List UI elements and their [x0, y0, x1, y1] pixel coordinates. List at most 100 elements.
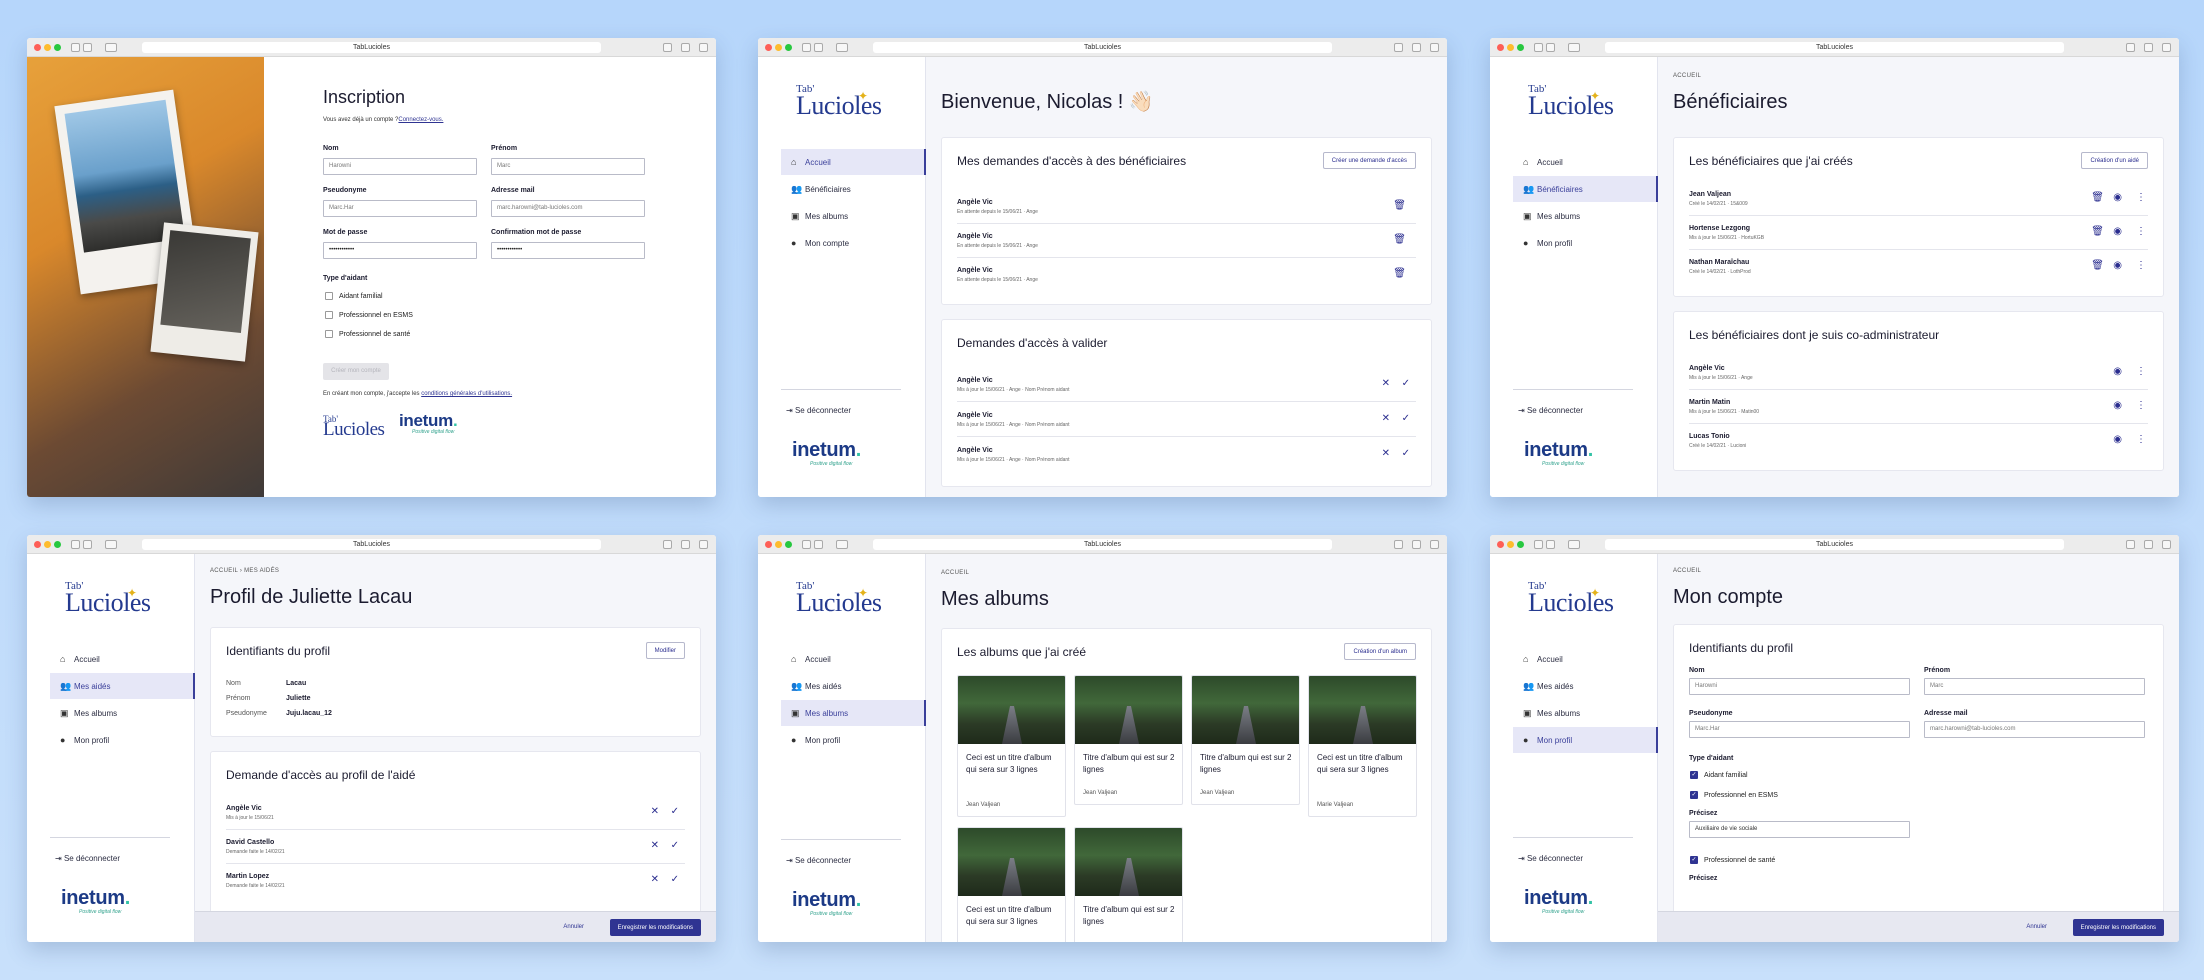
minimize-dot[interactable] [775, 541, 782, 548]
share-icon[interactable] [663, 540, 672, 549]
create-album-button[interactable]: Création d'un album [1344, 643, 1416, 660]
address-bar[interactable]: TabLucioles [1605, 42, 2064, 53]
zoom-dot[interactable] [1517, 44, 1524, 51]
reject-icon[interactable]: ✕ [1382, 448, 1390, 459]
minimize-dot[interactable] [1507, 44, 1514, 51]
zoom-dot[interactable] [54, 44, 61, 51]
sidebar-item-accueil[interactable]: ⌂ Accueil [781, 149, 926, 175]
sidebar-icon[interactable] [105, 43, 117, 52]
newtab-icon[interactable] [699, 540, 708, 549]
reject-icon[interactable]: ✕ [651, 840, 659, 851]
trash-icon[interactable]: 🗑 [2091, 260, 2104, 271]
close-dot[interactable] [1497, 541, 1504, 548]
sidebar-icon[interactable] [836, 43, 848, 52]
more-icon[interactable]: ⋮ [2136, 434, 2146, 445]
logout-link[interactable]: ⇥ Se déconnecter [786, 406, 851, 415]
prenom-input[interactable]: Marc [491, 158, 645, 175]
back-icon[interactable] [802, 540, 811, 549]
share-icon[interactable] [1394, 540, 1403, 549]
sidebar-item-accueil[interactable]: ⌂ Accueil [781, 646, 926, 672]
album-card[interactable]: Ceci est un titre d'album qui sera sur 3… [1308, 675, 1417, 817]
back-icon[interactable] [71, 43, 80, 52]
sidebar-item-profile[interactable]: ● Mon profil [1513, 727, 1658, 753]
close-dot[interactable] [765, 44, 772, 51]
pseudo-input[interactable]: Marc.Har [1689, 721, 1910, 738]
logout-link[interactable]: ⇥ Se déconnecter [55, 854, 120, 863]
newtab-icon[interactable] [2162, 43, 2171, 52]
more-icon[interactable]: ⋮ [2136, 192, 2146, 203]
password-input[interactable]: •••••••••••• [323, 242, 477, 259]
trash-icon[interactable]: 🗑 [1393, 200, 1406, 211]
tabs-icon[interactable] [2144, 540, 2153, 549]
logout-link[interactable]: ⇥ Se déconnecter [1518, 854, 1583, 863]
eye-icon[interactable]: ◉ [2113, 260, 2122, 271]
more-icon[interactable]: ⋮ [2136, 260, 2146, 271]
share-icon[interactable] [1394, 43, 1403, 52]
accept-icon[interactable]: ✓ [671, 806, 679, 817]
breadcrumb-aides[interactable]: MES AIDÉS [244, 568, 279, 574]
create-aide-button[interactable]: Création d'un aidé [2081, 152, 2148, 169]
address-bar[interactable]: TabLucioles [1605, 539, 2064, 550]
back-icon[interactable] [802, 43, 811, 52]
accept-icon[interactable]: ✓ [1402, 413, 1410, 424]
reject-icon[interactable]: ✕ [1382, 413, 1390, 424]
back-icon[interactable] [71, 540, 80, 549]
login-link[interactable]: Connectez-vous. [398, 117, 443, 123]
more-icon[interactable]: ⋮ [2136, 366, 2146, 377]
minimize-dot[interactable] [1507, 541, 1514, 548]
tabs-icon[interactable] [681, 540, 690, 549]
album-card[interactable]: Titre d'album qui est sur 2 lignes [1074, 827, 1183, 942]
album-card[interactable]: Titre d'album qui est sur 2 lignes Jean V… [1074, 675, 1183, 805]
reject-icon[interactable]: ✕ [651, 806, 659, 817]
sidebar-item-beneficiaires[interactable]: 👥 Bénéficiaires [1513, 176, 1658, 202]
close-dot[interactable] [1497, 44, 1504, 51]
eye-icon[interactable]: ◉ [2113, 226, 2122, 237]
sidebar-item-profile[interactable]: ● Mon profil [781, 727, 926, 753]
accept-icon[interactable]: ✓ [1402, 378, 1410, 389]
breadcrumb[interactable]: ACCUEIL [1673, 568, 1701, 574]
sidebar-item-beneficiaires[interactable]: 👥 Bénéficiaires [781, 176, 926, 202]
checkbox-sante[interactable] [325, 330, 333, 338]
forward-icon[interactable] [83, 43, 92, 52]
minimize-dot[interactable] [44, 541, 51, 548]
trash-icon[interactable]: 🗑 [2091, 192, 2104, 203]
sidebar-icon[interactable] [105, 540, 117, 549]
sidebar-item-accueil[interactable]: ⌂ Accueil [1513, 646, 1658, 672]
tabs-icon[interactable] [681, 43, 690, 52]
close-dot[interactable] [34, 44, 41, 51]
terms-link[interactable]: conditions générales d'utilisations. [421, 391, 512, 397]
address-bar[interactable]: TabLucioles [873, 42, 1332, 53]
eye-icon[interactable]: ◉ [2113, 400, 2122, 411]
accept-icon[interactable]: ✓ [1402, 448, 1410, 459]
checkbox-esms[interactable] [325, 311, 333, 319]
newtab-icon[interactable] [699, 43, 708, 52]
sidebar-item-accueil[interactable]: ⌂ Accueil [1513, 149, 1658, 175]
tabs-icon[interactable] [1412, 540, 1421, 549]
newtab-icon[interactable] [1430, 43, 1439, 52]
checkbox-sante[interactable]: ✓ [1690, 856, 1698, 864]
forward-icon[interactable] [1546, 43, 1555, 52]
address-bar[interactable]: TabLucioles [873, 539, 1332, 550]
zoom-dot[interactable] [785, 541, 792, 548]
breadcrumb[interactable]: ACCUEIL [941, 570, 969, 576]
email-input[interactable]: marc.harowni@tab-lucioles.com [491, 200, 645, 217]
sidebar-item-albums[interactable]: ▣ Mes albums [1513, 700, 1658, 726]
confirm-input[interactable]: •••••••••••• [491, 242, 645, 259]
cancel-button[interactable]: Annuler [2026, 924, 2047, 930]
forward-icon[interactable] [814, 43, 823, 52]
precisez-input[interactable]: Auxiliaire de vie sociale [1689, 821, 1910, 838]
eye-icon[interactable]: ◉ [2113, 366, 2122, 377]
eye-icon[interactable]: ◉ [2113, 434, 2122, 445]
nom-input[interactable]: Harowni [323, 158, 477, 175]
newtab-icon[interactable] [1430, 540, 1439, 549]
accept-icon[interactable]: ✓ [671, 840, 679, 851]
cancel-button[interactable]: Annuler [563, 924, 584, 930]
logout-link[interactable]: ⇥ Se déconnecter [1518, 406, 1583, 415]
sidebar-item-albums[interactable]: ▣ Mes albums [781, 203, 926, 229]
zoom-dot[interactable] [54, 541, 61, 548]
close-dot[interactable] [34, 541, 41, 548]
sidebar-item-account[interactable]: ● Mon compte [781, 230, 926, 256]
sidebar-item-aides[interactable]: 👥 Mes aidés [781, 673, 926, 699]
checkbox-familial[interactable] [325, 292, 333, 300]
reject-icon[interactable]: ✕ [651, 874, 659, 885]
